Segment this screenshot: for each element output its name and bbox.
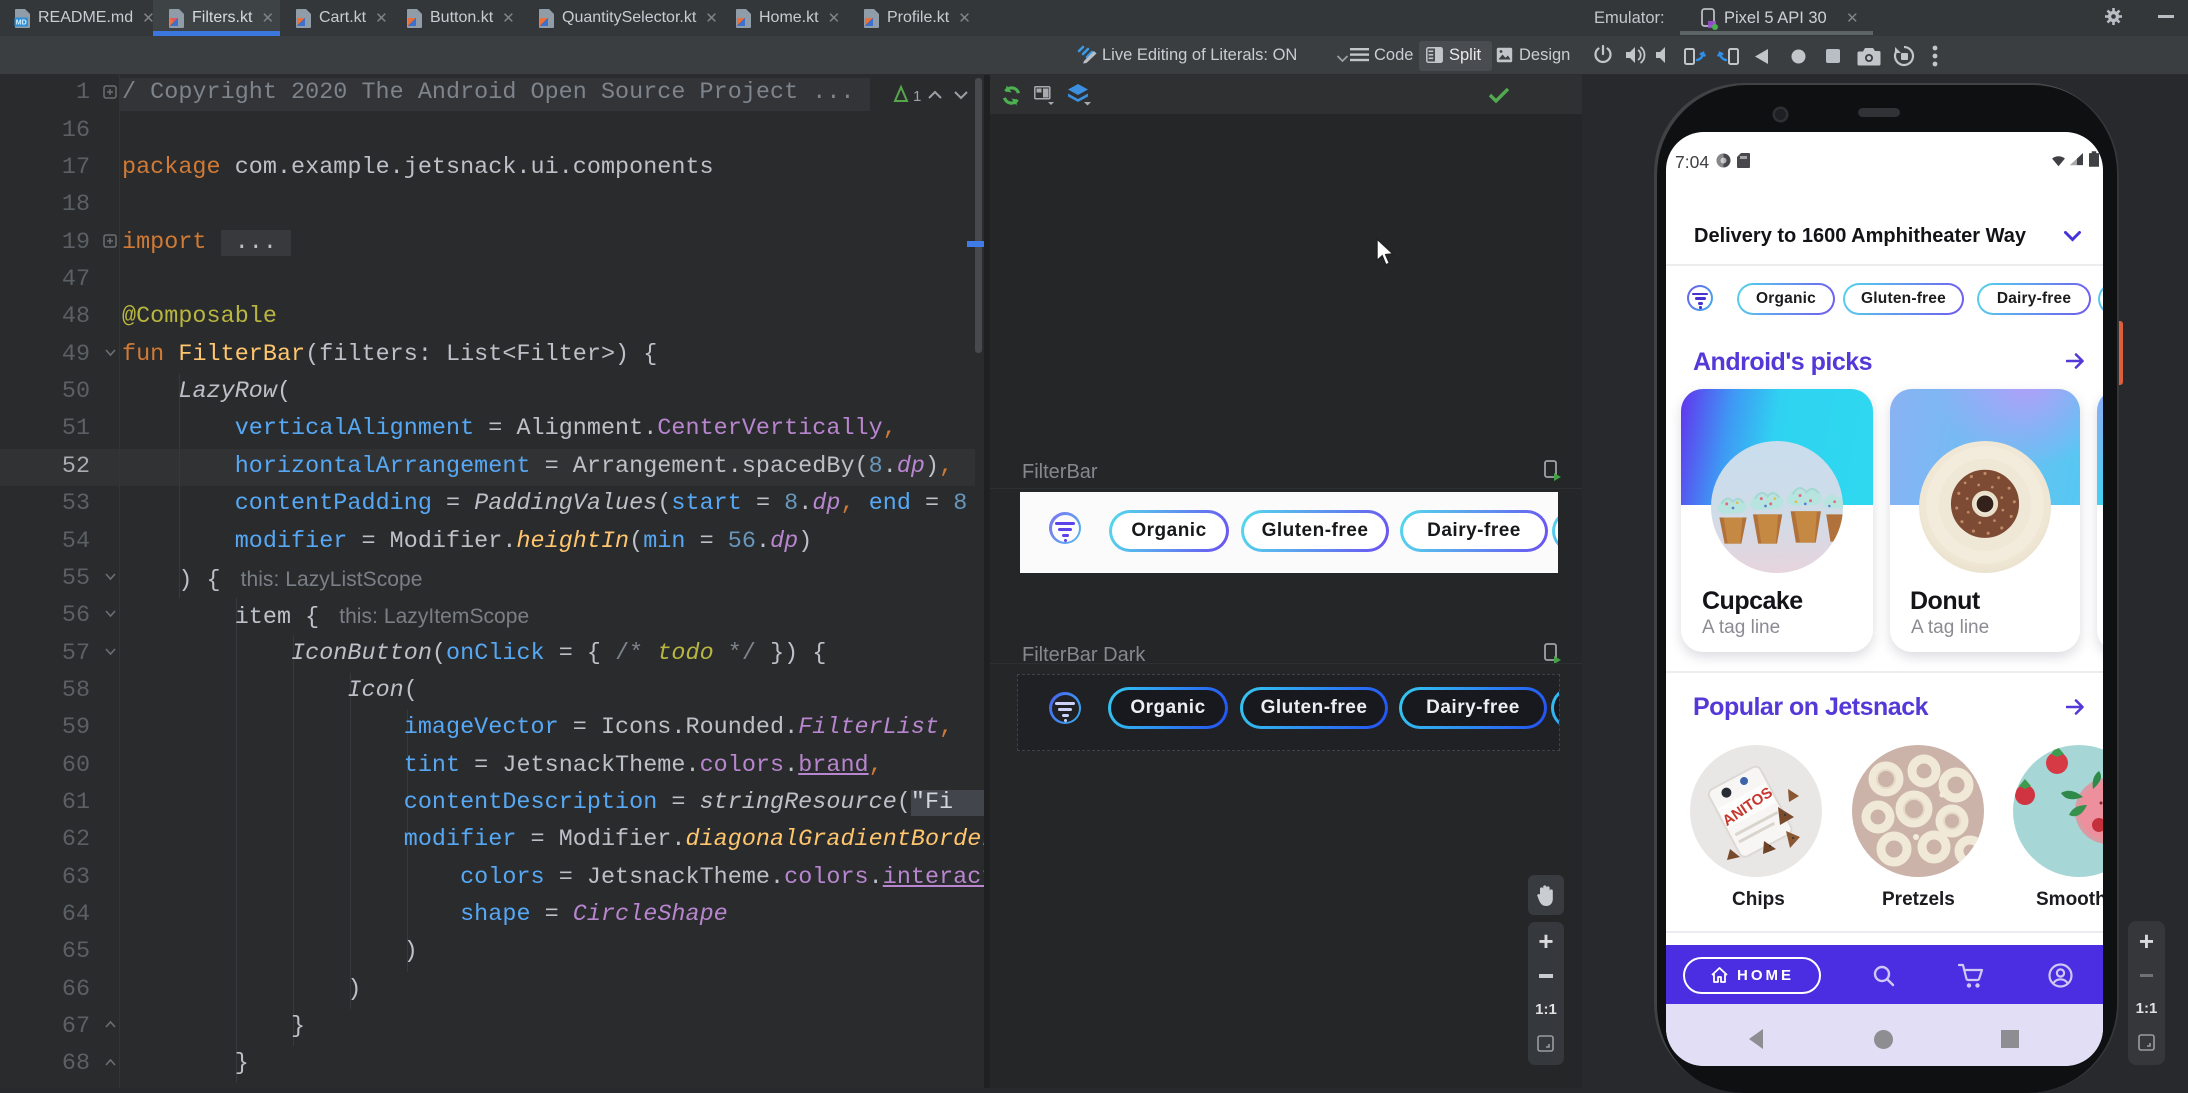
svg-text:1: 1 [913, 88, 921, 105]
svg-text:MD: MD [16, 19, 27, 26]
